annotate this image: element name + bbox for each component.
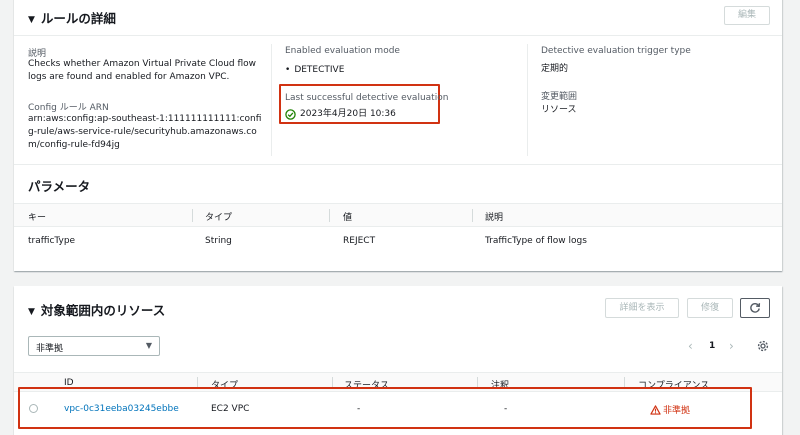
column-divider	[472, 209, 473, 222]
resources-header[interactable]: ▼ 対象範囲内のリソース	[28, 300, 165, 319]
parameters-header-row: キー タイプ 値 説明	[14, 203, 782, 227]
rule-details-title: ルールの詳細	[40, 11, 116, 26]
bullet-icon: •	[285, 65, 291, 75]
row-radio[interactable]	[29, 404, 38, 413]
last-eval-row: 2023年4月20日 10:36	[285, 108, 396, 121]
rule-details-panel: ▼ ルールの詳細 編集 説明 Checks whether Amazon Virt…	[14, 0, 782, 271]
last-eval-label: Last successful detective evaluation	[285, 93, 449, 103]
settings-button[interactable]	[757, 340, 769, 355]
resource-type: EC2 VPC	[211, 404, 250, 414]
page-number[interactable]: 1	[709, 341, 715, 351]
parameters-header-value: 値	[343, 213, 353, 223]
param-type: String	[205, 236, 232, 246]
column-divider	[527, 44, 528, 156]
parameters-header-key: キー	[28, 213, 47, 223]
view-details-button[interactable]: 詳細を表示	[605, 298, 679, 318]
resource-annotation: -	[504, 404, 508, 414]
description-value: Checks whether Amazon Virtual Private Cl…	[28, 59, 257, 82]
compliance-cell: 非準拠	[650, 403, 690, 416]
parameters-title: パラメータ	[28, 179, 91, 194]
caret-down-icon: ▼	[145, 341, 152, 350]
gear-icon	[757, 340, 769, 352]
param-value: REJECT	[343, 236, 376, 246]
trigger-value: 定期的	[541, 64, 569, 74]
resources-panel: ▼ 対象範囲内のリソース 詳細を表示 修復 非準拠 ▼ ‹ 1 › ID タイプ …	[14, 286, 782, 435]
compliance-filter-select[interactable]: 非準拠 ▼	[28, 336, 160, 356]
resources-title: 対象範囲内のリソース	[40, 303, 166, 318]
parameters-header-type: タイプ	[205, 213, 233, 223]
table-row[interactable]: vpc-0c31eeba03245ebbe EC2 VPC - - 非準拠	[14, 394, 782, 424]
column-divider	[271, 44, 272, 156]
resource-id-link[interactable]: vpc-0c31eeba03245ebbe	[64, 404, 179, 414]
trigger-label: Detective evaluation trigger type	[541, 46, 691, 56]
refresh-button[interactable]	[740, 298, 770, 318]
param-description: TrafficType of flow logs	[485, 236, 587, 246]
parameters-header-description: 説明	[485, 213, 504, 223]
refresh-icon	[750, 303, 761, 313]
prev-page-button[interactable]: ‹	[688, 339, 693, 353]
rule-details-header[interactable]: ▼ ルールの詳細	[28, 8, 116, 27]
arn-value: arn:aws:config:ap-southeast-1:1111111111…	[28, 114, 262, 150]
parameters-row: trafficType String REJECT TrafficType of…	[14, 227, 782, 255]
column-divider	[192, 209, 193, 222]
eval-mode-value: DETECTIVE	[294, 65, 345, 75]
caret-down-icon: ▼	[28, 307, 35, 317]
caret-down-icon: ▼	[28, 15, 35, 25]
remediate-button[interactable]: 修復	[687, 298, 733, 318]
compliance-value: 非準拠	[663, 406, 691, 416]
next-page-button[interactable]: ›	[729, 339, 734, 353]
divider	[14, 164, 782, 165]
resource-status: -	[357, 404, 361, 414]
edit-button[interactable]: 編集	[724, 6, 770, 25]
arn-label: Config ルール ARN	[28, 103, 109, 113]
last-eval-value: 2023年4月20日 10:36	[300, 109, 396, 119]
warning-icon	[650, 404, 661, 415]
eval-mode-label: Enabled evaluation mode	[285, 46, 400, 56]
scope-label: 変更範囲	[541, 92, 578, 102]
eval-mode-item: • DETECTIVE	[285, 64, 344, 77]
compliance-filter-value: 非準拠	[36, 344, 64, 354]
check-circle-icon	[285, 109, 296, 120]
param-key: trafficType	[28, 236, 76, 246]
scope-value: リソース	[541, 105, 577, 115]
column-divider	[329, 209, 330, 222]
divider	[14, 35, 782, 36]
